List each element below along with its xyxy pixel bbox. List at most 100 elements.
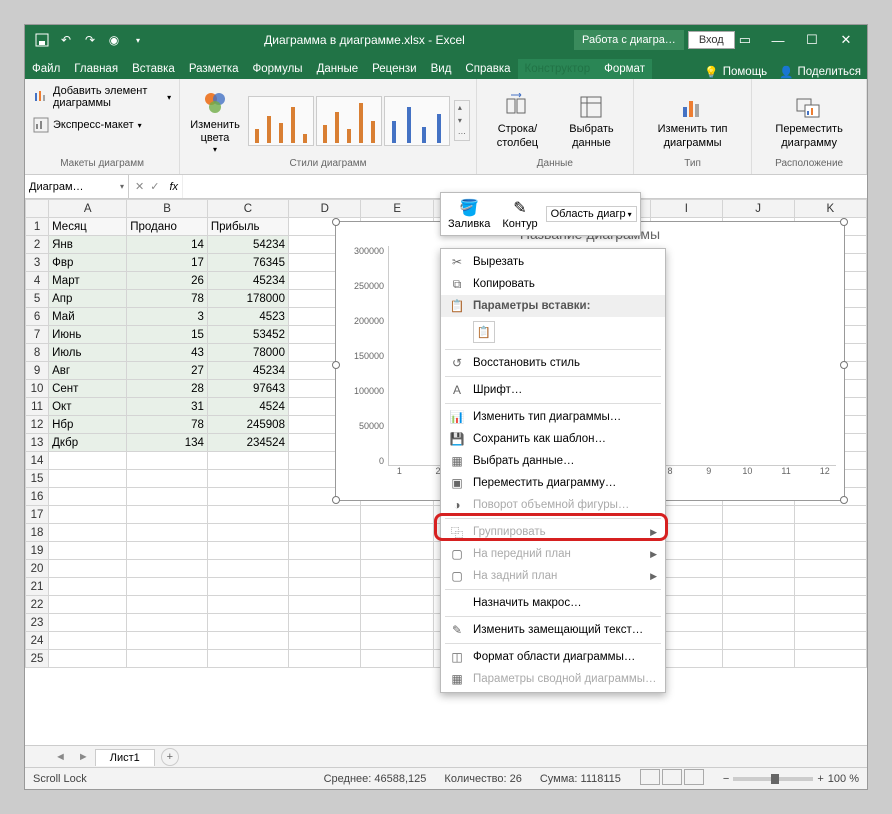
tell-me[interactable]: 💡Помощь [698,65,773,79]
group-label-type: Тип [640,158,745,172]
gallery-down-icon[interactable]: ▾ [455,114,469,127]
move-chart-icon [793,91,825,123]
style-thumb[interactable] [248,96,314,146]
menu-font[interactable]: AШрифт… [441,379,665,401]
minimize-button[interactable]: — [761,25,795,55]
tab-help[interactable]: Справка [458,59,517,79]
zoom-level[interactable]: 100 % [828,773,859,785]
save-icon[interactable] [31,29,53,51]
group-icon: ⿻ [449,524,465,540]
menu-group: ⿻Группировать▶ [441,521,665,543]
menu-alt-text[interactable]: ✎Изменить замещающий текст… [441,619,665,641]
menu-send-back: ▢На задний план▶ [441,565,665,587]
menu-bring-front: ▢На передний план▶ [441,543,665,565]
status-count: Количество: 26 [444,773,521,785]
tab-design[interactable]: Конструктор [518,59,598,79]
cut-icon: ✂ [449,254,465,270]
gallery-more-icon[interactable]: ⋯ [455,127,469,140]
front-icon: ▢ [449,546,465,562]
colors-icon [199,87,231,119]
format-icon: ◫ [449,649,465,665]
zoom-control[interactable]: − + 100 % [723,773,859,785]
move-chart-ribbon-button[interactable]: Переместить диаграмму [758,89,860,151]
chart-styles-gallery[interactable] [248,96,450,146]
undo-icon[interactable]: ↶ [55,29,77,51]
tab-format[interactable]: Формат [597,59,652,79]
bulb-icon: 💡 [704,65,718,79]
tab-data[interactable]: Данные [310,59,366,79]
tab-view[interactable]: Вид [424,59,459,79]
ribbon-tabs: Файл Главная Вставка Разметка Формулы Да… [25,55,867,79]
add-sheet-button[interactable]: + [161,748,179,766]
tab-review[interactable]: Рецензи [365,59,423,79]
ribbon: Добавить элемент диаграммы▾ Экспресс-мак… [25,79,867,175]
name-box[interactable]: Диаграм…▾ [25,175,129,198]
tab-insert[interactable]: Вставка [125,59,182,79]
menu-assign-macro[interactable]: Назначить макрос… [441,592,665,614]
menu-pivot-options: ▦Параметры сводной диаграммы… [441,668,665,690]
rotate-icon: ◑ [449,497,465,513]
login-button[interactable]: Вход [688,31,735,49]
menu-save-template[interactable]: 💾Сохранить как шаблон… [441,428,665,450]
select-data-icon [575,91,607,123]
close-button[interactable]: ✕ [829,25,863,55]
chart-type-icon: 📊 [449,409,465,425]
alt-text-icon: ✎ [449,622,465,638]
camera-icon[interactable]: ◉ [103,29,125,51]
template-icon: 💾 [449,431,465,447]
chart-area-combo[interactable]: Область диагр▾ [546,206,637,222]
group-label-layouts: Макеты диаграмм [31,158,173,172]
sheet-nav-next-icon[interactable]: ► [72,751,95,763]
tab-file[interactable]: Файл [25,59,67,79]
change-colors-button[interactable]: Изменить цвета▾ [186,85,244,157]
menu-change-type[interactable]: 📊Изменить тип диаграммы… [441,406,665,428]
back-icon: ▢ [449,568,465,584]
switch-rowcol-button[interactable]: Строка/ столбец [483,89,552,151]
select-data-button[interactable]: Выбрать данные [556,89,627,151]
menu-reset-style[interactable]: ↺Восстановить стиль [441,352,665,374]
menu-cut[interactable]: ✂Вырезать [441,251,665,273]
ribbon-options-icon[interactable]: ▭ [739,32,751,48]
menu-move-chart[interactable]: ▣Переместить диаграмму… [441,472,665,494]
zoom-out-icon[interactable]: − [723,773,729,785]
sheet-nav-prev-icon[interactable]: ◄ [49,751,72,763]
switch-icon [501,91,533,123]
outline-button[interactable]: ✎Контур [498,196,541,232]
qat-dropdown-icon[interactable]: ▾ [127,29,149,51]
tab-home[interactable]: Главная [67,59,125,79]
cancel-icon[interactable]: ✕ [135,180,144,193]
pivot-icon: ▦ [449,671,465,687]
style-thumb[interactable] [316,96,382,146]
paste-option-icon[interactable]: 📋 [473,321,495,343]
tab-layout[interactable]: Разметка [182,59,246,79]
fill-button[interactable]: 🪣Заливка [444,196,494,232]
zoom-slider[interactable] [733,777,813,781]
gallery-up-icon[interactable]: ▴ [455,101,469,114]
share-icon: 👤 [779,65,793,79]
view-switcher[interactable] [639,769,705,788]
style-thumb[interactable] [384,96,450,146]
add-chart-element-button[interactable]: Добавить элемент диаграммы▾ [31,83,173,111]
sheet-tab[interactable]: Лист1 [95,749,155,766]
chart-context-label: Работа с диагра… [574,30,684,50]
titlebar: ↶ ↷ ◉ ▾ Диаграмма в диаграмме.xlsx - Exc… [25,25,867,55]
menu-copy[interactable]: ⧉Копировать [441,273,665,295]
quick-layout-icon [33,117,49,133]
menu-format-area[interactable]: ◫Формат области диаграммы… [441,646,665,668]
menu-paste-header: 📋Параметры вставки: [441,295,665,317]
quick-layout-button[interactable]: Экспресс-макет▾ [31,115,144,135]
enter-icon[interactable]: ✓ [150,180,159,193]
fill-icon: 🪣 [459,198,479,218]
mini-toolbar: 🪣Заливка ✎Контур Область диагр▾ [440,192,641,236]
change-chart-type-button[interactable]: Изменить тип диаграммы [640,89,745,151]
sheet-tab-bar: ◄ ► Лист1 + [25,745,867,767]
redo-icon[interactable]: ↷ [79,29,101,51]
add-element-icon [33,89,49,105]
fx-icon[interactable]: fx [165,181,182,193]
tab-formulas[interactable]: Формулы [246,59,310,79]
maximize-button[interactable]: ☐ [795,25,829,55]
menu-select-data[interactable]: ▦Выбрать данные… [441,450,665,472]
share-button[interactable]: 👤Поделиться [773,65,867,79]
zoom-in-icon[interactable]: + [817,773,823,785]
select-data-icon: ▦ [449,453,465,469]
